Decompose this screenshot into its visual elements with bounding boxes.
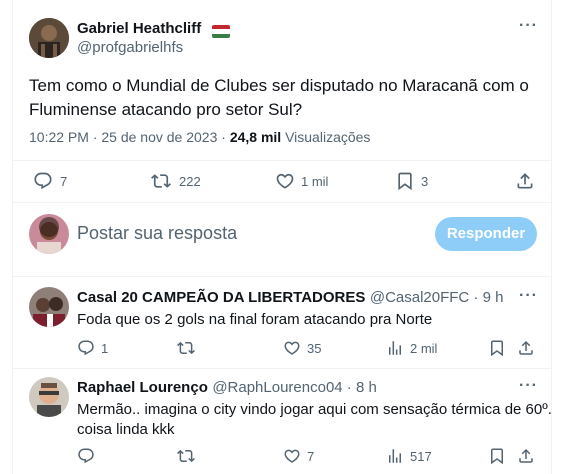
share-icon[interactable]	[517, 339, 535, 357]
hungary-flag-icon	[212, 25, 230, 38]
retweet-icon[interactable]	[151, 171, 171, 191]
bookmark-icon[interactable]	[395, 171, 415, 191]
reply-text: Mermão.. imagina o city vindo jogar aqui…	[77, 400, 552, 440]
divider	[13, 160, 551, 161]
author-name[interactable]: Gabriel Heathcliff	[77, 20, 201, 37]
reply-count: 1	[101, 341, 109, 356]
reply-author-name[interactable]: Casal 20 CAMPEÃO DA LIBERTADORES	[77, 289, 365, 306]
more-icon[interactable]: ···	[519, 377, 538, 395]
views-count: 2 mil	[410, 341, 438, 356]
reply-author-handle[interactable]: @Casal20FFC · 9 h	[370, 289, 504, 306]
retweet-count: 222	[179, 174, 201, 189]
reply-icon[interactable]	[77, 447, 95, 465]
reply-input[interactable]: Postar sua resposta	[77, 223, 237, 244]
retweet-icon[interactable]	[177, 339, 195, 357]
more-icon[interactable]: ···	[519, 287, 538, 305]
retweet-icon[interactable]	[177, 447, 195, 465]
more-icon[interactable]: ···	[519, 17, 538, 35]
like-icon[interactable]	[283, 339, 301, 357]
reply-avatar[interactable]	[29, 287, 69, 327]
reply-icon[interactable]	[33, 171, 53, 191]
tweet-text: Tem como o Mundial de Clubes ser disputa…	[29, 74, 539, 122]
views-icon[interactable]	[386, 447, 404, 465]
author-handle[interactable]: @profgabrielhfs	[77, 39, 183, 56]
user-avatar[interactable]	[29, 214, 69, 254]
share-icon[interactable]	[517, 447, 535, 465]
reply-submit-button[interactable]: Responder	[435, 217, 537, 251]
bookmark-icon[interactable]	[488, 339, 506, 357]
reply-header: Casal 20 CAMPEÃO DA LIBERTADORES @Casal2…	[77, 289, 503, 307]
reply-icon[interactable]	[77, 339, 95, 357]
like-count: 7	[307, 449, 315, 464]
like-count: 35	[307, 341, 322, 356]
tweet-meta: 10:22 PM · 25 de nov de 2023 · 24,8 mil …	[29, 129, 370, 145]
reply-text: Foda que os 2 gols na final foram atacan…	[77, 311, 433, 328]
like-icon[interactable]	[283, 447, 301, 465]
divider	[13, 368, 551, 369]
divider	[13, 202, 551, 203]
reply-count: 7	[60, 174, 68, 189]
views-icon[interactable]	[386, 339, 404, 357]
reply-text-line: coisa linda kkk	[77, 421, 175, 438]
bookmark-count: 3	[421, 174, 429, 189]
tweet-text-line: Fluminense atacando pro setor Sul?	[29, 100, 303, 119]
reply-avatar[interactable]	[29, 377, 69, 417]
views-count: 517	[410, 449, 432, 464]
reply-header: Raphael Lourenço @RaphLourenco04 · 8 h	[77, 379, 377, 397]
like-count: 1 mil	[301, 174, 329, 189]
author-avatar[interactable]	[29, 18, 69, 58]
reply-author-handle[interactable]: @RaphLourenco04 · 8 h	[212, 379, 377, 396]
conversation-column: Gabriel Heathcliff @profgabrielhfs ··· T…	[12, 0, 552, 474]
reply-author-name[interactable]: Raphael Lourenço	[77, 379, 208, 396]
views-label: Visualizações	[285, 129, 371, 145]
tweet-timestamp[interactable]: 10:22 PM · 25 de nov de 2023 ·	[29, 129, 230, 145]
share-icon[interactable]	[515, 171, 535, 191]
divider	[13, 276, 551, 277]
reply-text-line: Mermão.. imagina o city vindo jogar aqui…	[77, 401, 552, 418]
views-count: 24,8 mil	[229, 129, 282, 145]
like-icon[interactable]	[275, 171, 295, 191]
tweet-text-line: Tem como o Mundial de Clubes ser disputa…	[29, 76, 529, 95]
bookmark-icon[interactable]	[488, 447, 506, 465]
